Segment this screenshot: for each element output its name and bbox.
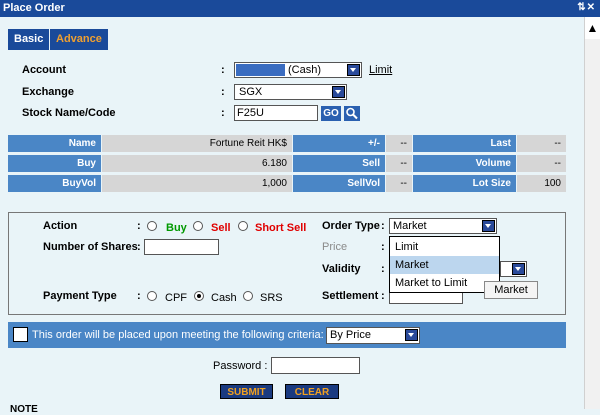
- account-select-value: (Cash): [288, 64, 322, 76]
- chevron-down-icon[interactable]: [512, 263, 525, 275]
- buy-radio-label: Buy: [166, 222, 187, 234]
- cash-radio[interactable]: [194, 291, 204, 301]
- buy-value: 6.180: [102, 155, 292, 172]
- clear-button[interactable]: CLEAR: [285, 384, 339, 399]
- colon: :: [137, 220, 141, 232]
- stock-info-table: Name Fortune Reit HK$ +/- -- Last -- Buy…: [8, 135, 566, 193]
- order-type-option-limit[interactable]: Limit: [390, 238, 499, 256]
- chevron-down-icon[interactable]: [347, 64, 360, 76]
- password-label: Password :: [213, 360, 268, 372]
- colon: :: [221, 107, 225, 119]
- colon: :: [381, 290, 385, 302]
- stock-label: Stock Name/Code: [22, 107, 116, 119]
- tab-basic[interactable]: Basic: [8, 29, 50, 50]
- sellvol-value: --: [386, 175, 412, 192]
- search-icon[interactable]: [344, 106, 360, 121]
- password-input[interactable]: [271, 357, 360, 374]
- short-sell-radio-label: Short Sell: [255, 222, 307, 234]
- volume-header: Volume: [413, 155, 516, 172]
- limit-link[interactable]: Limit: [369, 64, 392, 76]
- close-icon[interactable]: ✕: [587, 2, 596, 13]
- colon: :: [381, 241, 385, 253]
- criteria-select-value: By Price: [330, 329, 371, 341]
- buyvol-header: BuyVol: [8, 175, 101, 192]
- conditional-order-checkbox[interactable]: [13, 327, 28, 342]
- order-type-select[interactable]: Market: [389, 218, 497, 234]
- sell-radio[interactable]: [193, 221, 203, 231]
- colon: :: [221, 64, 225, 76]
- colon: :: [137, 241, 141, 253]
- account-label: Account: [22, 64, 66, 76]
- change-header: +/-: [293, 135, 385, 152]
- exchange-select-value: SGX: [239, 86, 263, 98]
- lotsize-value: 100: [517, 175, 566, 192]
- buy-header: Buy: [8, 155, 101, 172]
- srs-radio-label: SRS: [260, 292, 283, 304]
- last-value: --: [517, 135, 566, 152]
- exchange-label: Exchange: [22, 86, 74, 98]
- criteria-select[interactable]: By Price: [326, 327, 420, 344]
- sell-radio-label: Sell: [211, 222, 231, 234]
- sell-header: Sell: [293, 155, 385, 172]
- shares-label: Number of Shares: [43, 241, 138, 253]
- scroll-up-icon[interactable]: ▲: [585, 17, 600, 39]
- exchange-select[interactable]: SGX: [234, 84, 347, 100]
- submit-button[interactable]: SUBMIT: [220, 384, 273, 399]
- price-label: Price: [322, 241, 348, 253]
- validity-label: Validity: [322, 263, 361, 275]
- order-type-option-market-to-limit[interactable]: Market to Limit: [390, 274, 499, 292]
- validity-select[interactable]: [500, 261, 527, 277]
- window-controls[interactable]: ⇅✕: [577, 2, 596, 13]
- account-select[interactable]: (Cash): [234, 62, 362, 78]
- cash-radio-label: Cash: [211, 292, 237, 304]
- volume-value: --: [517, 155, 566, 172]
- refresh-icon[interactable]: ⇅: [577, 2, 586, 13]
- sell-value: --: [386, 155, 412, 172]
- cpf-radio[interactable]: [147, 291, 157, 301]
- note-label: NOTE: [10, 404, 38, 415]
- name-header: Name: [8, 135, 101, 152]
- chevron-down-icon[interactable]: [332, 86, 345, 98]
- cpf-radio-label: CPF: [165, 292, 187, 304]
- srs-radio[interactable]: [243, 291, 253, 301]
- order-type-label: Order Type: [322, 220, 380, 232]
- shares-input[interactable]: [144, 239, 219, 255]
- short-sell-radio[interactable]: [238, 221, 248, 231]
- vertical-scrollbar[interactable]: ▲: [584, 17, 600, 409]
- last-header: Last: [413, 135, 516, 152]
- name-value: Fortune Reit HK$: [102, 135, 292, 152]
- colon: :: [381, 220, 385, 232]
- payment-type-label: Payment Type: [43, 290, 117, 302]
- chevron-down-icon[interactable]: [482, 220, 495, 232]
- order-type-tooltip: Market: [484, 281, 538, 299]
- sellvol-header: SellVol: [293, 175, 385, 192]
- stock-code-input[interactable]: F25U: [234, 105, 318, 121]
- conditional-order-bar: This order will be placed upon meeting t…: [8, 322, 566, 348]
- buy-radio[interactable]: [147, 221, 157, 231]
- colon: :: [137, 290, 141, 302]
- buyvol-value: 1,000: [102, 175, 292, 192]
- colon: :: [381, 263, 385, 275]
- window-title: Place Order: [3, 2, 65, 14]
- chevron-down-icon[interactable]: [405, 329, 418, 341]
- order-type-option-market[interactable]: Market: [390, 256, 499, 274]
- tab-advance[interactable]: Advance: [50, 29, 108, 50]
- change-value: --: [386, 135, 412, 152]
- settlement-label: Settlement: [322, 290, 379, 302]
- window-titlebar: Place Order ⇅✕: [0, 0, 600, 17]
- action-label: Action: [43, 220, 78, 232]
- conditional-order-text: This order will be placed upon meeting t…: [32, 329, 324, 341]
- lotsize-header: Lot Size: [413, 175, 516, 192]
- colon: :: [221, 86, 225, 98]
- account-number-highlight: [236, 64, 285, 76]
- order-type-select-value: Market: [393, 220, 427, 232]
- go-button[interactable]: GO: [321, 106, 341, 121]
